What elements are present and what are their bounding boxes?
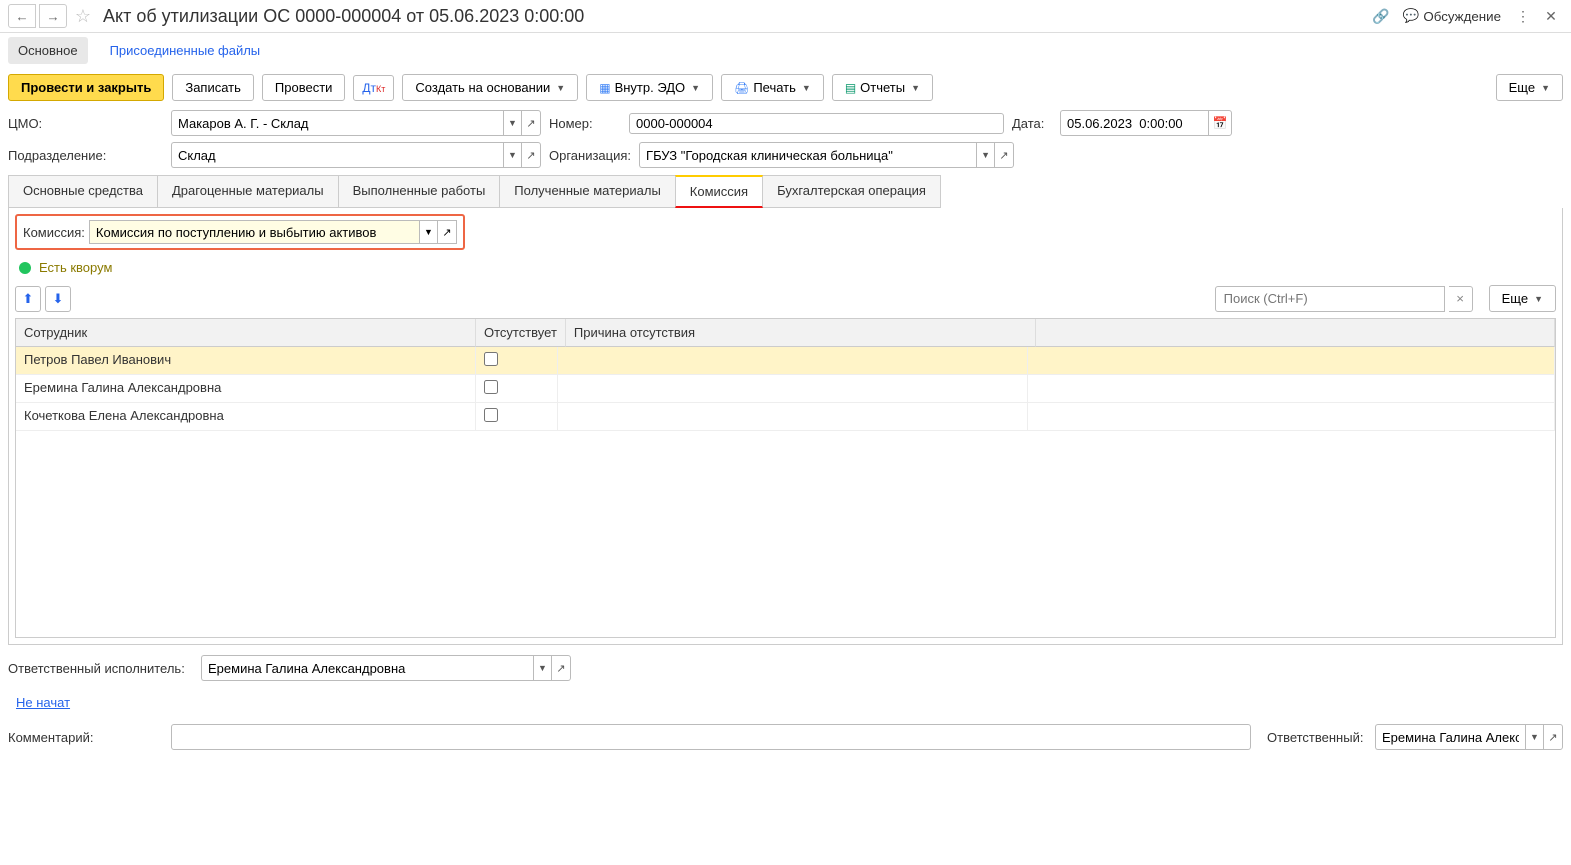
save-button[interactable]: Записать <box>172 74 254 101</box>
date-label: Дата: <box>1012 116 1052 131</box>
chevron-down-icon: ▼ <box>691 83 700 93</box>
employee-cell: Кочеткова Елена Александровна <box>16 403 476 430</box>
not-started-link[interactable]: Не начат <box>8 693 78 712</box>
chevron-down-icon: ▼ <box>911 83 920 93</box>
chevron-down-icon: ▼ <box>802 83 811 93</box>
favorite-star-icon[interactable]: ☆ <box>71 4 95 28</box>
create-based-button[interactable]: Создать на основании▼ <box>402 74 578 101</box>
tab-works[interactable]: Выполненные работы <box>338 175 501 208</box>
report-icon: ▤ <box>845 81 856 95</box>
search-clear-icon[interactable]: × <box>1449 286 1473 312</box>
subnav-files[interactable]: Присоединенные файлы <box>100 37 271 64</box>
employee-cell: Петров Павел Иванович <box>16 347 476 374</box>
tab-os[interactable]: Основные средства <box>8 175 158 208</box>
col-absent[interactable]: Отсутствует <box>476 319 566 347</box>
org-label: Организация: <box>549 148 631 163</box>
discuss-button[interactable]: 💬 Обсуждение <box>1397 8 1507 24</box>
close-icon[interactable]: ✕ <box>1539 4 1563 28</box>
post-and-close-button[interactable]: Провести и закрыть <box>8 74 164 101</box>
executor-dropdown[interactable]: ▼ <box>533 655 551 681</box>
responsible-label: Ответственный: <box>1267 730 1367 745</box>
reports-button[interactable]: ▤Отчеты▼ <box>832 74 933 101</box>
table-row[interactable]: Еремина Галина Александровна <box>16 375 1555 403</box>
date-input[interactable] <box>1060 110 1208 136</box>
comment-input[interactable] <box>171 724 1251 750</box>
tab-precious[interactable]: Драгоценные материалы <box>157 175 339 208</box>
table-row[interactable]: Петров Павел Иванович <box>16 347 1555 375</box>
table-row[interactable]: Кочеткова Елена Александровна <box>16 403 1555 431</box>
chevron-down-icon: ▼ <box>1534 294 1543 304</box>
subnav-main[interactable]: Основное <box>8 37 88 64</box>
reason-cell <box>558 375 1028 402</box>
absent-checkbox[interactable] <box>484 352 498 366</box>
number-label: Номер: <box>549 116 621 131</box>
org-dropdown[interactable]: ▼ <box>976 142 994 168</box>
col-spacer <box>1036 319 1555 347</box>
page-title: Акт об утилизации ОС 0000-000004 от 05.0… <box>103 6 1365 27</box>
tab-received[interactable]: Полученные материалы <box>499 175 676 208</box>
quorum-text: Есть кворум <box>39 260 112 275</box>
dept-input[interactable] <box>171 142 503 168</box>
org-input[interactable] <box>639 142 976 168</box>
employee-cell: Еремина Галина Александровна <box>16 375 476 402</box>
org-open-icon[interactable]: ↗ <box>994 142 1014 168</box>
commission-open-icon[interactable]: ↗ <box>437 220 457 244</box>
absent-cell <box>476 375 558 402</box>
print-button[interactable]: 🖨Печать▼ <box>721 74 824 101</box>
link-icon[interactable]: 🔗 <box>1369 4 1393 28</box>
post-button[interactable]: Провести <box>262 74 346 101</box>
table-search-input[interactable] <box>1215 286 1445 312</box>
col-employee[interactable]: Сотрудник <box>16 319 476 347</box>
dk-button[interactable]: ДтКт <box>353 75 394 101</box>
chevron-down-icon: ▼ <box>1541 83 1550 93</box>
tab-commission[interactable]: Комиссия <box>675 175 763 208</box>
calendar-icon[interactable]: 📅 <box>1208 110 1232 136</box>
printer-icon: 🖨 <box>734 81 749 95</box>
move-down-button[interactable]: ⬇ <box>45 286 71 312</box>
internal-edo-button[interactable]: ▦Внутр. ЭДО▼ <box>586 74 713 101</box>
number-input[interactable] <box>629 113 1004 134</box>
absent-checkbox[interactable] <box>484 408 498 422</box>
more-button-top[interactable]: Еще▼ <box>1496 74 1563 101</box>
cmo-dropdown[interactable]: ▼ <box>503 110 521 136</box>
responsible-input[interactable] <box>1375 724 1525 750</box>
dept-dropdown[interactable]: ▼ <box>503 142 521 168</box>
responsible-dropdown[interactable]: ▼ <box>1525 724 1543 750</box>
reason-cell <box>558 403 1028 430</box>
commission-label: Комиссия: <box>23 225 85 240</box>
status-dot-icon <box>19 262 31 274</box>
move-up-button[interactable]: ⬆ <box>15 286 41 312</box>
doc-icon: ▦ <box>599 81 610 95</box>
absent-cell <box>476 403 558 430</box>
absent-cell <box>476 347 558 374</box>
chevron-down-icon: ▼ <box>556 83 565 93</box>
dept-label: Подразделение: <box>8 148 163 163</box>
chat-icon: 💬 <box>1403 8 1420 24</box>
tab-accounting[interactable]: Бухгалтерская операция <box>762 175 941 208</box>
commission-input[interactable] <box>89 220 419 244</box>
forward-button[interactable]: → <box>39 4 67 28</box>
cmo-input[interactable] <box>171 110 503 136</box>
responsible-open-icon[interactable]: ↗ <box>1543 724 1563 750</box>
reason-cell <box>558 347 1028 374</box>
cmo-label: ЦМО: <box>8 116 163 131</box>
back-button[interactable]: ← <box>8 4 36 28</box>
debit-credit-icon: ДтКт <box>362 81 385 95</box>
absent-checkbox[interactable] <box>484 380 498 394</box>
col-reason[interactable]: Причина отсутствия <box>566 319 1036 347</box>
table-more-button[interactable]: Еще▼ <box>1489 285 1556 312</box>
commission-grid: Сотрудник Отсутствует Причина отсутствия… <box>15 318 1556 638</box>
cmo-open-icon[interactable]: ↗ <box>521 110 541 136</box>
comment-label: Комментарий: <box>8 730 163 745</box>
commission-dropdown[interactable]: ▼ <box>419 220 437 244</box>
executor-open-icon[interactable]: ↗ <box>551 655 571 681</box>
executor-label: Ответственный исполнитель: <box>8 661 193 676</box>
kebab-menu-icon[interactable]: ⋮ <box>1511 4 1535 28</box>
executor-input[interactable] <box>201 655 533 681</box>
dept-open-icon[interactable]: ↗ <box>521 142 541 168</box>
